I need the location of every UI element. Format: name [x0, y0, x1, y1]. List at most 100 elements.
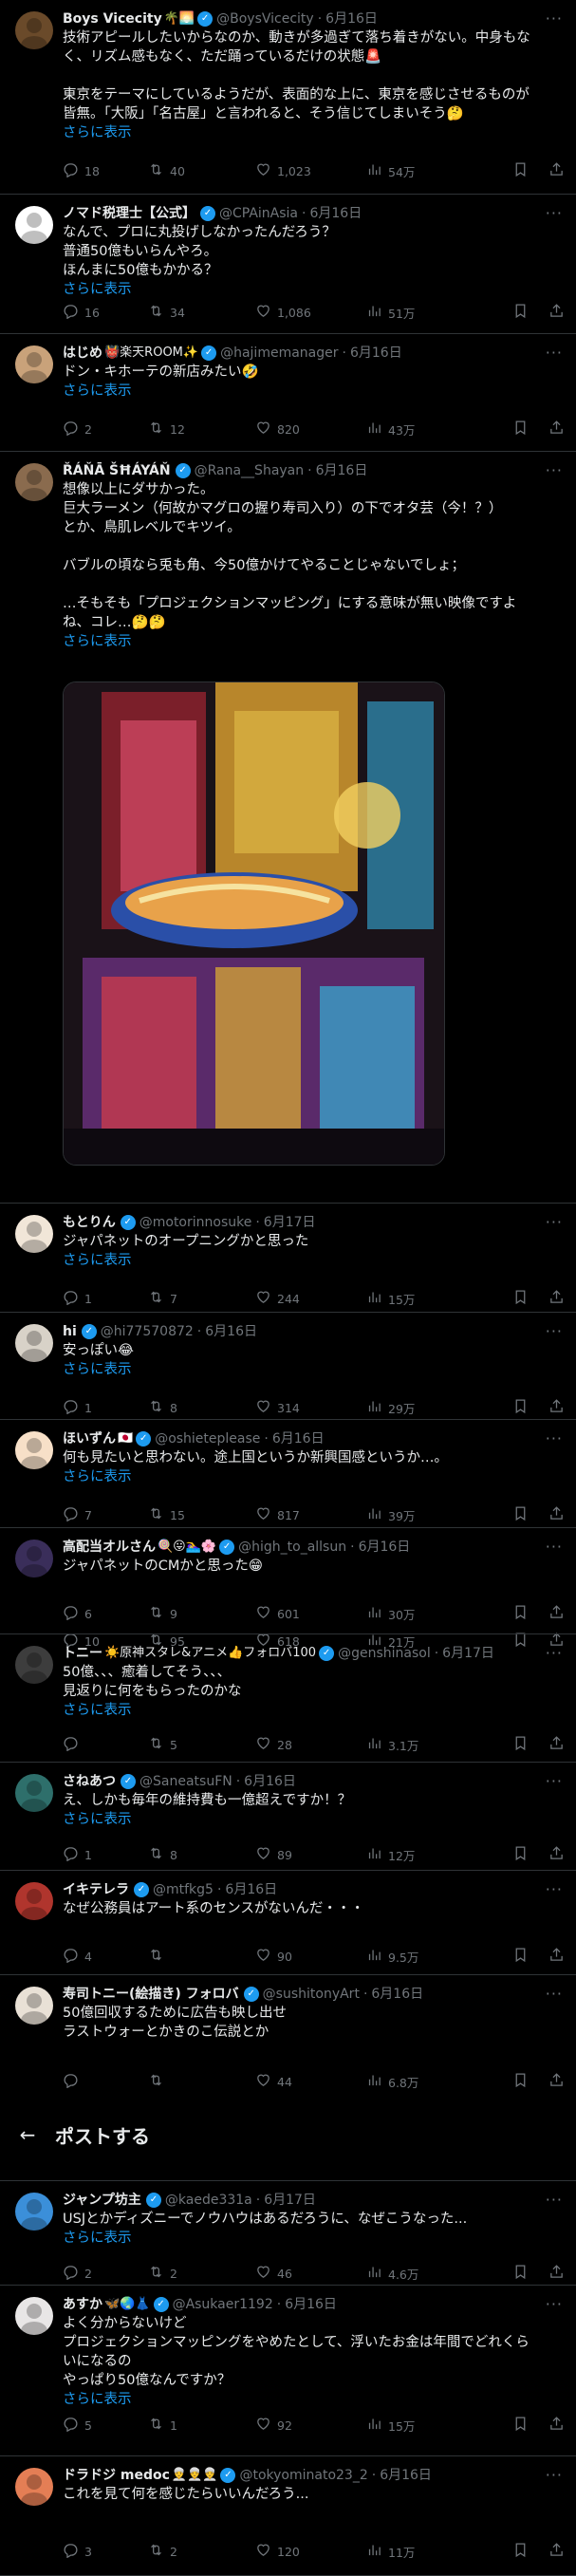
reply-button[interactable]: 1 — [63, 1289, 92, 1308]
like-button[interactable]: 120 — [255, 2542, 300, 2561]
like-button[interactable]: 244 — [255, 1289, 300, 1308]
reply-button[interactable]: 2 — [63, 2264, 92, 2283]
user-handle[interactable]: @genshinasol — [338, 1644, 431, 1663]
user-handle[interactable]: @hi77570872 — [101, 1322, 194, 1341]
more-options-icon[interactable]: ··· — [546, 1322, 563, 1341]
views-button[interactable]: 12万 — [366, 1845, 415, 1864]
share-button[interactable] — [548, 1735, 565, 1754]
user-handle[interactable]: @motorinnosuke — [139, 1213, 252, 1232]
bookmark-button[interactable] — [512, 2072, 529, 2091]
tweet[interactable]: Boys Vicecity 🌴🌅 ✓ @BoysVicecity · 6月16日 ··· 技術… — [0, 0, 576, 195]
show-more-link[interactable]: さらに表示 — [63, 382, 563, 401]
bookmark-button[interactable] — [512, 2416, 529, 2435]
retweet-button[interactable]: 40 — [148, 161, 185, 180]
display-name[interactable]: ほいずん — [63, 1429, 116, 1448]
display-name[interactable]: さねあつ — [63, 1772, 116, 1791]
avatar[interactable] — [15, 1431, 53, 1469]
avatar[interactable] — [15, 1540, 53, 1577]
display-name[interactable]: はじめ — [63, 344, 102, 363]
avatar[interactable] — [15, 206, 53, 244]
reply-button[interactable]: 6 — [63, 1604, 92, 1623]
tweet-date[interactable]: 6月16日 — [325, 9, 378, 28]
display-name[interactable]: hi — [63, 1322, 77, 1341]
like-button[interactable]: 89 — [255, 1845, 292, 1864]
avatar[interactable] — [15, 2468, 53, 2506]
show-more-link[interactable]: さらに表示 — [63, 1701, 563, 1720]
reply-button[interactable]: 7 — [63, 1505, 92, 1524]
reply-button[interactable]: 1 — [63, 1398, 92, 1417]
tweet[interactable]: もとりん ✓ @motorinnosuke · 6月17日 ··· ジャパネットのオープニン… — [0, 1204, 576, 1313]
retweet-button[interactable]: 8 — [148, 1398, 177, 1417]
share-button[interactable] — [548, 420, 565, 439]
bookmark-button[interactable] — [512, 1845, 529, 1864]
retweet-button[interactable]: 9 — [148, 1604, 177, 1623]
share-button[interactable] — [548, 1289, 565, 1308]
bookmark-button[interactable] — [512, 1398, 529, 1417]
tweet[interactable]: hi ✓ @hi77570872 · 6月16日 ··· 安っぽい😂 さらに表示 1 8 314 29… — [0, 1313, 576, 1420]
user-handle[interactable]: @tokyominato23_2 — [239, 2466, 367, 2485]
retweet-button[interactable]: 2 — [148, 2264, 177, 2283]
tweet[interactable]: さねあつ ✓ @SaneatsuFN · 6月16日 ··· え、しかも毎年の維持費も一億超… — [0, 1763, 576, 1871]
tweet[interactable]: 高配当オルさん 🍭😛🏊‍♀️🌸 ✓ @high_to_allsun · 6月16日 ··· ジ… — [0, 1528, 576, 1634]
retweet-button[interactable]: 34 — [148, 303, 185, 322]
more-options-icon[interactable]: ··· — [546, 344, 563, 363]
show-more-link[interactable]: さらに表示 — [63, 1360, 563, 1379]
user-handle[interactable]: @oshieteplease — [155, 1429, 260, 1448]
reply-button[interactable]: 2 — [63, 420, 92, 439]
retweet-button[interactable]: 8 — [148, 1845, 177, 1864]
show-more-link[interactable]: さらに表示 — [63, 1251, 563, 1270]
bookmark-button[interactable] — [512, 2542, 529, 2561]
tweet[interactable]: ジャンプ坊主 ✓ @kaede331a · 6月17日 ··· USJとかディズニーでノウハ… — [0, 2181, 576, 2286]
reply-button[interactable]: 3 — [63, 2542, 92, 2561]
display-name[interactable]: ノマド税理士【公式】 — [63, 204, 195, 223]
tweet-date[interactable]: 6月16日 — [359, 1538, 411, 1557]
share-button[interactable] — [548, 1604, 565, 1623]
display-name[interactable]: ドラドジ medoc — [63, 2466, 170, 2485]
bookmark-button[interactable] — [512, 1947, 529, 1966]
views-button[interactable]: 6.8万 — [366, 2072, 418, 2091]
more-options-icon[interactable]: ··· — [546, 2466, 563, 2485]
tweet[interactable]: あすか 🦋🌏👗 ✓ @Asukaer1192 · 6月16日 ··· よく分からないけど プロジ… — [0, 2286, 576, 2456]
retweet-button[interactable]: 7 — [148, 1289, 177, 1308]
tweet-date[interactable]: 6月17日 — [442, 1644, 494, 1663]
tweet-date[interactable]: 6月17日 — [264, 1213, 316, 1232]
retweet-button[interactable]: 5 — [148, 1735, 177, 1754]
display-name[interactable]: 高配当オルさん — [63, 1538, 156, 1557]
share-button[interactable] — [548, 2072, 565, 2091]
bookmark-button[interactable] — [512, 1604, 529, 1623]
views-button[interactable]: 4.6万 — [366, 2264, 418, 2283]
more-options-icon[interactable]: ··· — [546, 1985, 563, 2004]
user-handle[interactable]: @SaneatsuFN — [139, 1772, 232, 1791]
more-options-icon[interactable]: ··· — [546, 9, 563, 28]
like-button[interactable]: 314 — [255, 1398, 300, 1417]
reply-button[interactable]: 16 — [63, 303, 100, 322]
avatar[interactable] — [15, 1774, 53, 1812]
views-button[interactable]: 15万 — [366, 2416, 415, 2435]
avatar[interactable] — [15, 1215, 53, 1253]
reply-button[interactable] — [63, 2072, 84, 2091]
tweet[interactable]: ほいずん 🇯🇵 ✓ @oshieteplease · 6月16日 ··· 何も見たいと思わない… — [0, 1420, 576, 1528]
reply-button[interactable]: 18 — [63, 161, 100, 180]
tweet-date[interactable]: 6月17日 — [264, 2191, 316, 2210]
display-name[interactable]: トニー — [63, 1644, 102, 1663]
avatar[interactable] — [15, 11, 53, 49]
share-button[interactable] — [548, 1947, 565, 1966]
bookmark-button[interactable] — [512, 1289, 529, 1308]
retweet-button[interactable]: 12 — [148, 420, 185, 439]
display-name[interactable]: もとりん — [63, 1213, 116, 1232]
like-button[interactable]: 92 — [255, 2416, 292, 2435]
like-button[interactable]: 90 — [255, 1947, 292, 1966]
tweet-date[interactable]: 6月16日 — [285, 2295, 337, 2314]
tweet-date[interactable]: 6月16日 — [350, 344, 402, 363]
share-button[interactable] — [548, 2416, 565, 2435]
more-options-icon[interactable]: ··· — [546, 1772, 563, 1791]
retweet-button[interactable]: 1 — [148, 2416, 177, 2435]
like-button[interactable]: 44 — [255, 2072, 292, 2091]
user-handle[interactable]: @BoysVicecity — [216, 9, 314, 28]
user-handle[interactable]: @CPAinAsia — [219, 204, 298, 223]
reply-button[interactable] — [63, 1735, 84, 1754]
user-handle[interactable]: @sushitonyArt — [263, 1985, 360, 2004]
more-options-icon[interactable]: ··· — [546, 204, 563, 223]
share-button[interactable] — [548, 303, 565, 322]
views-button[interactable]: 29万 — [366, 1398, 415, 1417]
